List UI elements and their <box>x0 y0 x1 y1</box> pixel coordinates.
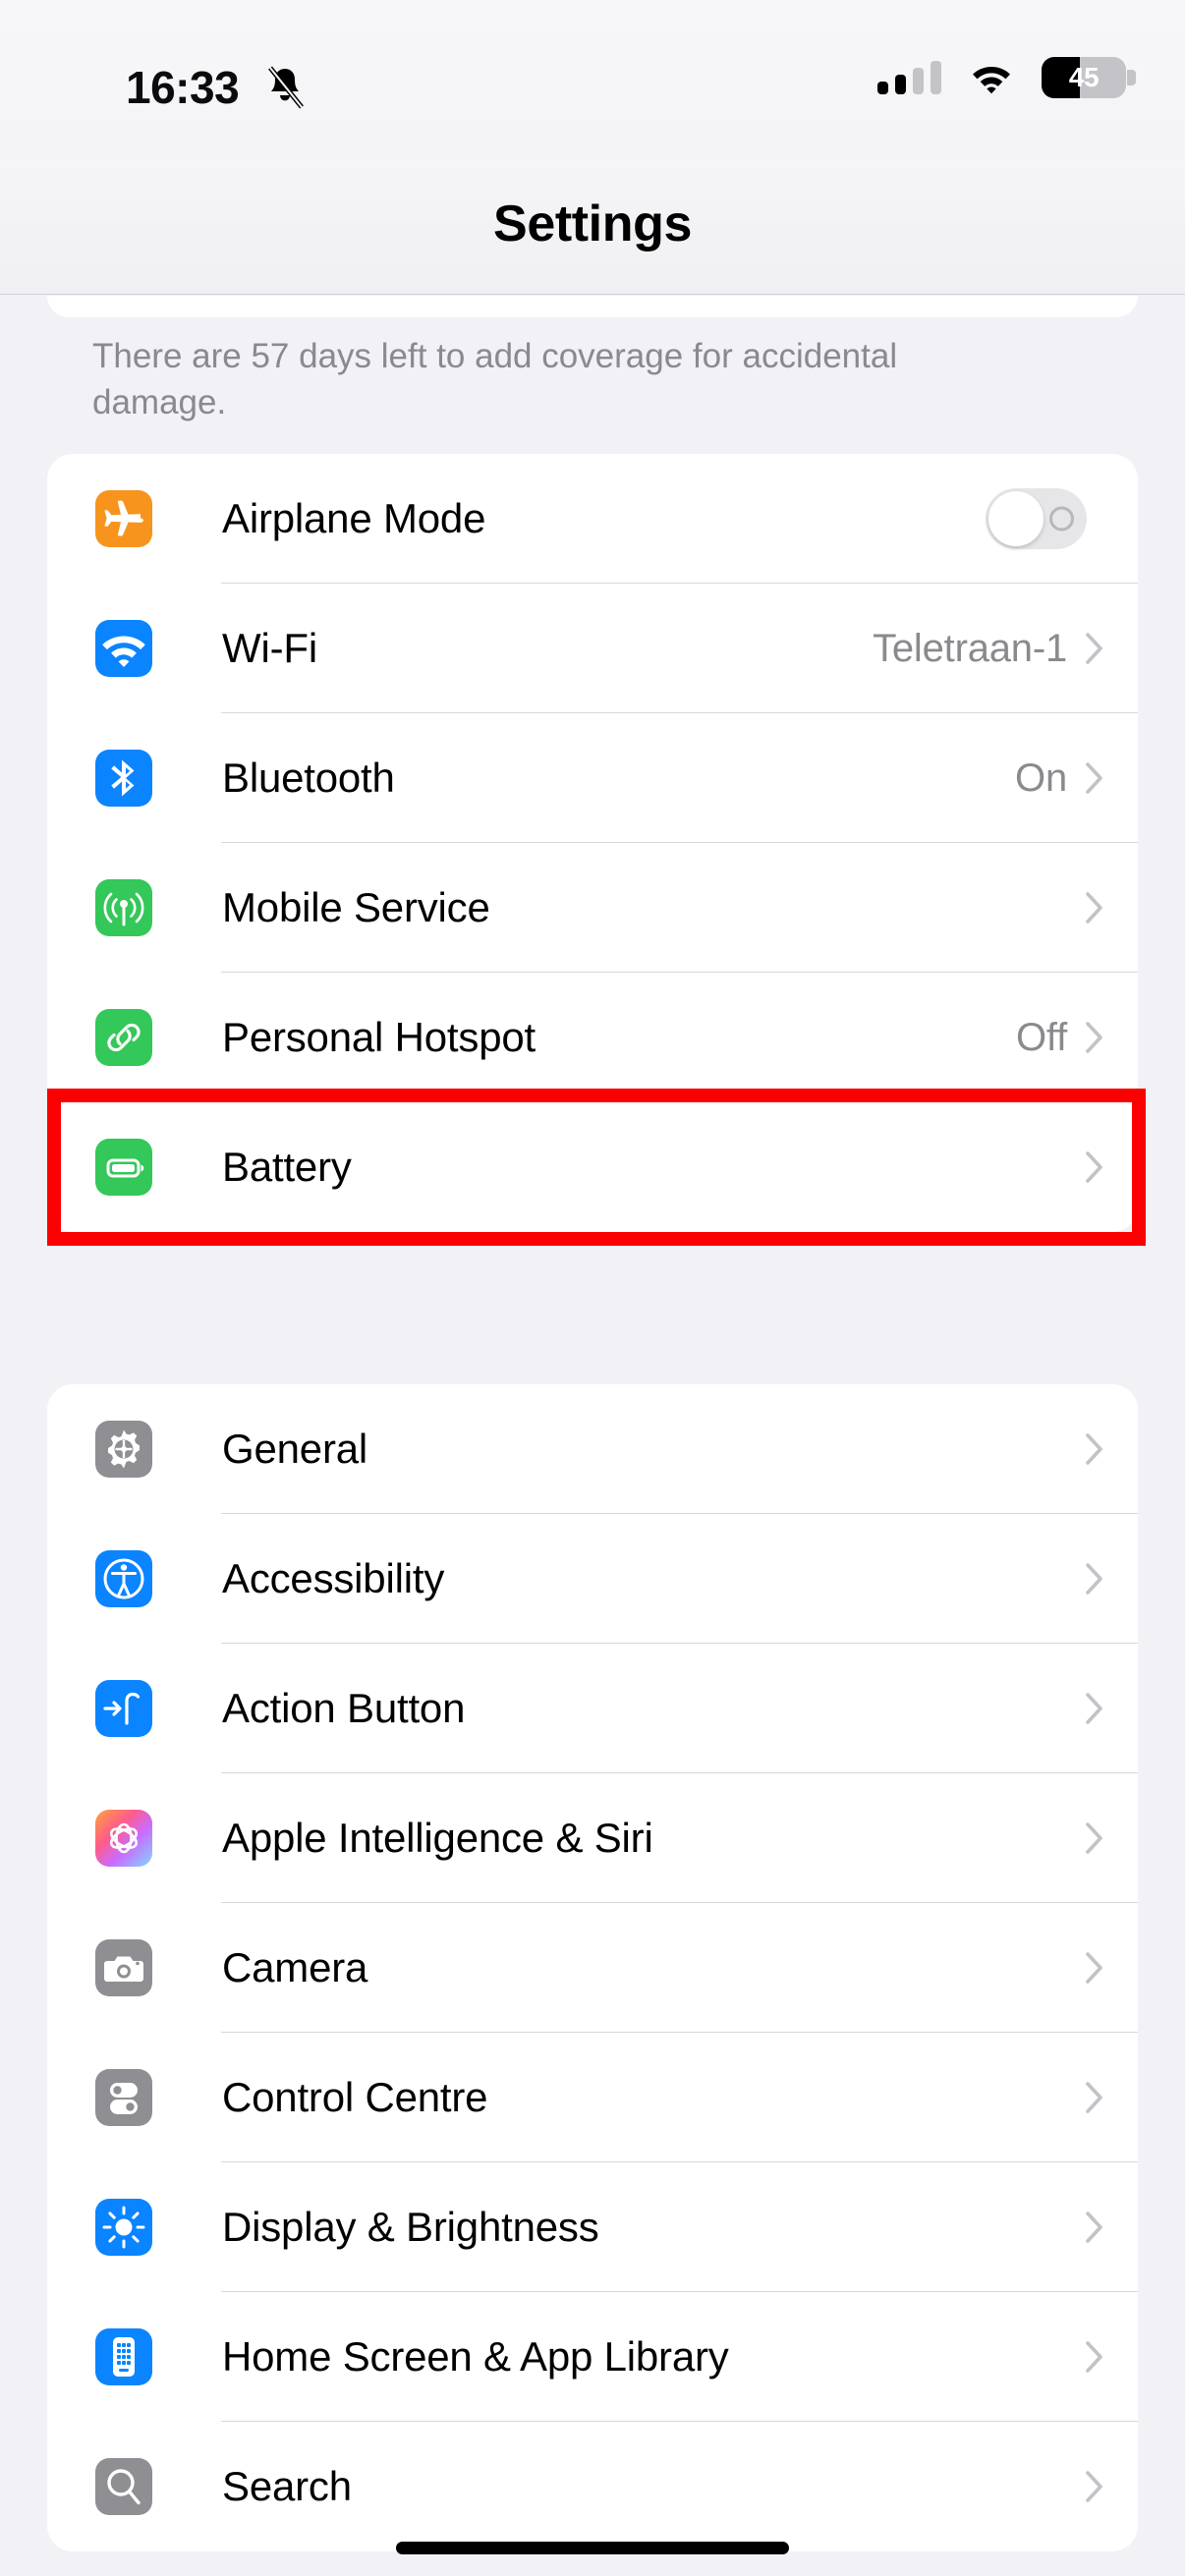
bluetooth-icon <box>95 750 152 807</box>
settings-row-accessory <box>986 488 1138 549</box>
toggle-off-indicator <box>1049 506 1074 532</box>
settings-row-general[interactable]: General <box>47 1384 1138 1514</box>
chevron-right-icon <box>1085 1692 1104 1725</box>
chevron-right-icon <box>1085 891 1104 924</box>
chevron-right-icon <box>1085 1021 1104 1054</box>
settings-row-label: Control Centre <box>222 2074 488 2120</box>
settings-row-battery[interactable]: Battery <box>47 1102 1138 1232</box>
antenna-icon <box>95 879 152 936</box>
settings-row-label: Action Button <box>222 1685 466 1731</box>
battery-status-icon: 45 <box>1042 57 1136 98</box>
settings-row-bluetooth[interactable]: Bluetooth On <box>47 713 1138 843</box>
wifi-icon <box>95 620 152 677</box>
settings-row-accessory <box>1085 2081 1138 2114</box>
chevron-right-icon <box>1085 2340 1104 2374</box>
settings-row-accessory <box>1085 1692 1138 1725</box>
settings-row-accessory: On <box>1015 756 1138 801</box>
chevron-right-icon <box>1085 632 1104 665</box>
settings-row-label: Accessibility <box>222 1555 445 1601</box>
settings-row-search[interactable]: Search <box>47 2422 1138 2551</box>
status-bar-time: 16:33 <box>126 62 240 113</box>
brightness-icon <box>95 2199 152 2256</box>
chevron-right-icon <box>1085 1432 1104 1466</box>
settings-row-label: Personal Hotspot <box>222 1014 536 1060</box>
settings-row-label: General <box>222 1426 368 1472</box>
previous-card-edge <box>47 296 1138 317</box>
battery-percent-label: 45 <box>1068 62 1100 92</box>
airplane-mode-toggle[interactable] <box>986 488 1087 549</box>
settings-row-label: Search <box>222 2463 352 2509</box>
settings-row-accessory <box>1085 2340 1138 2374</box>
chevron-right-icon <box>1085 1562 1104 1596</box>
settings-row-home-screen-app-library[interactable]: Home Screen & App Library <box>47 2292 1138 2422</box>
apple-intelligence-icon <box>95 1810 152 1867</box>
settings-row-mobile-service[interactable]: Mobile Service <box>47 843 1138 973</box>
battery-icon <box>95 1139 152 1196</box>
chevron-right-icon <box>1085 2211 1104 2244</box>
settings-row-control-centre[interactable]: Control Centre <box>47 2033 1138 2162</box>
home-screen-icon <box>95 2328 152 2385</box>
settings-row-label: Mobile Service <box>222 884 490 930</box>
camera-icon <box>95 1939 152 1996</box>
action-button-icon <box>95 1680 152 1737</box>
page-title: Settings <box>493 196 692 252</box>
settings-row-label: Battery <box>222 1144 352 1190</box>
settings-row-label: Bluetooth <box>222 755 395 801</box>
settings-row-accessibility[interactable]: Accessibility <box>47 1514 1138 1644</box>
search-icon <box>95 2458 152 2515</box>
settings-row-apple-intelligence-siri[interactable]: Apple Intelligence & Siri <box>47 1773 1138 1903</box>
bell-slash-icon <box>263 65 307 110</box>
settings-row-label: Display & Brightness <box>222 2204 599 2250</box>
settings-row-value: Teletraan-1 <box>873 626 1067 670</box>
settings-row-accessory <box>1085 891 1138 924</box>
settings-row-label: Apple Intelligence & Siri <box>222 1815 653 1861</box>
settings-row-value: Off <box>1015 1015 1067 1059</box>
settings-row-label: Wi-Fi <box>222 625 317 671</box>
settings-row-accessory <box>1085 2211 1138 2244</box>
navigation-bar: Settings <box>0 157 1185 295</box>
accessibility-icon <box>95 1550 152 1607</box>
settings-row-accessory <box>1085 1951 1138 1985</box>
chevron-right-icon <box>1085 1951 1104 1985</box>
chevron-right-icon <box>1085 1150 1104 1184</box>
settings-row-accessory: Off <box>1016 1016 1138 1060</box>
settings-scroll-area[interactable]: There are 57 days left to add coverage f… <box>0 296 1185 2576</box>
settings-row-accessory <box>1085 1150 1138 1184</box>
control-centre-icon <box>95 2069 152 2126</box>
settings-row-accessory <box>1085 1432 1138 1466</box>
settings-row-camera[interactable]: Camera <box>47 1903 1138 2033</box>
coverage-footnote: There are 57 days left to add coverage f… <box>92 337 898 422</box>
settings-row-personal-hotspot[interactable]: Personal Hotspot Off <box>47 973 1138 1102</box>
settings-row-label: Camera <box>222 1944 368 1990</box>
settings-row-accessory <box>1085 2470 1138 2503</box>
cellular-signal-icon <box>877 61 941 94</box>
status-bar-indicators: 45 <box>877 57 1136 98</box>
settings-row-accessory <box>1085 1562 1138 1596</box>
settings-row-accessory <box>1085 1821 1138 1855</box>
settings-group-connectivity: Airplane Mode Wi-Fi Teletraan-1 Bluetooth On… <box>47 454 1138 1232</box>
settings-row-value: On <box>1015 756 1067 800</box>
toggle-knob <box>988 491 1044 546</box>
iphone-settings-screen: 16:33 45 Settings There are 57 days left… <box>0 0 1185 2576</box>
chevron-right-icon <box>1085 2470 1104 2503</box>
wifi-icon <box>969 61 1014 94</box>
airplane-icon <box>95 490 152 547</box>
settings-group-system: General Accessibility Action Button Apple … <box>47 1384 1138 2551</box>
chevron-right-icon <box>1085 1821 1104 1855</box>
settings-row-airplane-mode[interactable]: Airplane Mode <box>47 454 1138 584</box>
chevron-right-icon <box>1085 2081 1104 2114</box>
settings-row-action-button[interactable]: Action Button <box>47 1644 1138 1773</box>
settings-row-display-brightness[interactable]: Display & Brightness <box>47 2162 1138 2292</box>
gear-icon <box>95 1421 152 1478</box>
hotspot-link-icon <box>95 1009 152 1066</box>
settings-row-accessory: Teletraan-1 <box>873 627 1138 671</box>
settings-row-label: Home Screen & App Library <box>222 2333 729 2380</box>
status-bar: 16:33 45 <box>0 0 1185 157</box>
home-indicator <box>396 2542 789 2554</box>
chevron-right-icon <box>1085 761 1104 795</box>
settings-row-wi-fi[interactable]: Wi-Fi Teletraan-1 <box>47 584 1138 713</box>
settings-row-label: Airplane Mode <box>222 495 486 541</box>
